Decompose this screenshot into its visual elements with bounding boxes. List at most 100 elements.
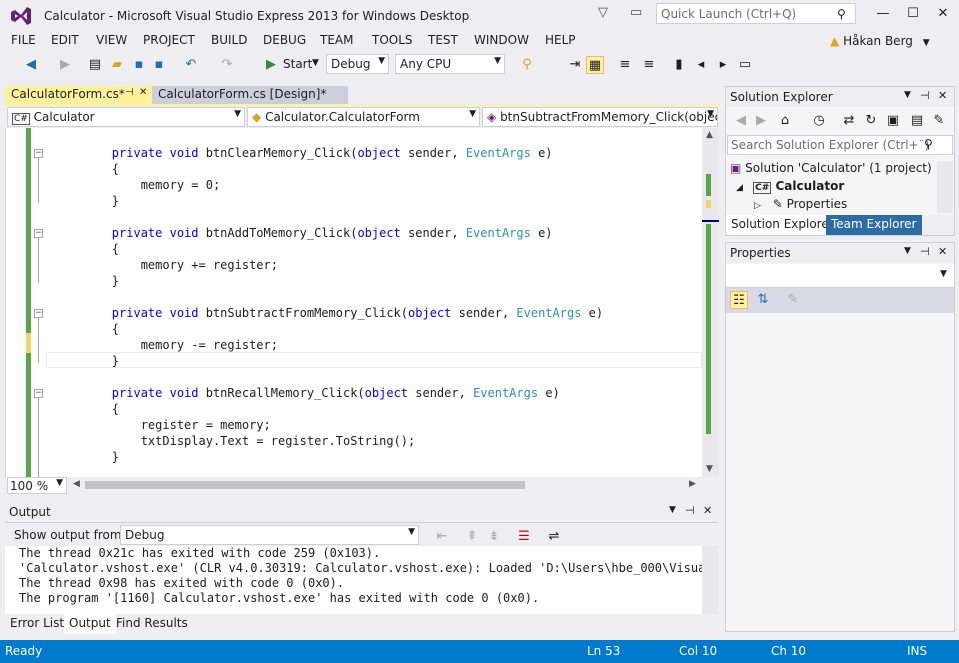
feedback-icon[interactable]: ▭	[630, 5, 642, 20]
user-account[interactable]: ▲ Håkan Berg ▼	[830, 34, 930, 48]
filter-icon[interactable]: ▽	[598, 5, 608, 20]
output-text[interactable]: The thread 0x21c has exited with code 25…	[5, 546, 718, 614]
object-select[interactable]: ▼	[726, 264, 954, 286]
scroll-up-icon[interactable]: ▲	[706, 130, 713, 140]
pending-changes-icon[interactable]: ◷	[810, 112, 828, 130]
word-wrap-icon[interactable]: ⇌	[545, 528, 563, 546]
find-in-files-icon[interactable]: ⚲	[518, 56, 536, 74]
minimize-button[interactable]: —	[868, 4, 898, 24]
tab-find-results[interactable]: Find Results	[111, 614, 193, 634]
tab-calculatorform-cs[interactable]: CalculatorForm.cs* ⊣ ✕	[5, 86, 152, 104]
tree-item-project[interactable]: ◢ C# Calculator	[736, 179, 844, 194]
step-into-icon[interactable]: ⇥	[566, 56, 584, 74]
new-project-icon[interactable]: ▤	[86, 56, 104, 74]
menu-team[interactable]: TEAM	[320, 33, 353, 47]
menu-project[interactable]: PROJECT	[143, 33, 195, 47]
collapse-icon[interactable]: −	[34, 309, 43, 318]
vertical-scrollbar[interactable]: ▲ ▼	[702, 128, 719, 477]
collapse-icon[interactable]: −	[34, 149, 43, 158]
scroll-down-icon[interactable]: ▼	[706, 464, 713, 474]
bookmark-icon[interactable]: ▮	[670, 56, 688, 74]
next-bookmark-icon[interactable]: ▸	[714, 56, 732, 74]
chevron-down-icon[interactable]: ▼	[312, 58, 319, 68]
forward-icon[interactable]: ▶	[56, 56, 74, 74]
close-button[interactable]: ✕	[928, 4, 958, 24]
close-icon[interactable]: ✕	[703, 504, 712, 517]
start-icon[interactable]: ▶	[262, 56, 280, 74]
next-message-icon[interactable]: ⇟	[485, 528, 503, 546]
maximize-button[interactable]: ☐	[898, 4, 928, 24]
tab-output[interactable]: Output	[64, 614, 116, 634]
back-icon[interactable]: ◀	[732, 112, 750, 130]
prev-bookmark-icon[interactable]: ◂	[692, 56, 710, 74]
start-button-label[interactable]: Start	[283, 57, 312, 71]
tab-error-list[interactable]: Error List	[5, 614, 69, 634]
scroll-right-icon[interactable]: ▶	[689, 479, 696, 489]
solution-configuration-select[interactable]: Debug ▼	[326, 54, 389, 74]
collapse-icon[interactable]: −	[34, 229, 43, 238]
property-pages-icon[interactable]: ✎	[784, 291, 802, 309]
redo-icon[interactable]: ↷	[218, 56, 236, 74]
clear-bookmarks-icon[interactable]: ▭	[736, 56, 754, 74]
menu-file[interactable]: FILE	[11, 33, 36, 47]
quick-launch-input[interactable]: Quick Launch (Ctrl+Q) ⚲	[656, 3, 856, 24]
forward-icon[interactable]: ▶	[752, 112, 770, 130]
prev-message-icon[interactable]: ⇞	[463, 528, 481, 546]
open-file-icon[interactable]: ▰	[108, 56, 126, 74]
properties-icon[interactable]: ▤	[908, 112, 926, 130]
alphabetical-icon[interactable]: ⇅	[754, 291, 772, 309]
member-select[interactable]: ◈ btnSubtractFromMemory_Click(objec ▼	[482, 107, 718, 127]
menu-test[interactable]: TEST	[428, 33, 458, 47]
save-icon[interactable]: ▪	[130, 56, 148, 74]
quick-launch-placeholder: Quick Launch (Ctrl+Q)	[661, 7, 797, 21]
chevron-down-icon[interactable]: ▼	[904, 246, 911, 256]
tab-team-explorer[interactable]: Team Explorer	[826, 215, 922, 235]
collapse-all-icon[interactable]: ▣	[884, 112, 902, 130]
tab-solution-explorer[interactable]: Solution Explorer	[726, 215, 839, 235]
horizontal-scroll-thumb[interactable]	[85, 481, 525, 489]
back-icon[interactable]: ◀	[22, 56, 40, 74]
menu-help[interactable]: HELP	[545, 33, 576, 47]
home-icon[interactable]: ⌂	[776, 112, 794, 130]
undo-icon[interactable]: ↶	[182, 56, 200, 74]
collapse-icon[interactable]: −	[34, 389, 43, 398]
menu-window[interactable]: WINDOW	[474, 33, 529, 47]
tree-item-properties[interactable]: ▷ ✎ Properties	[754, 197, 847, 211]
menu-build[interactable]: BUILD	[211, 33, 247, 47]
pin-icon[interactable]: ⊣	[920, 89, 930, 102]
categorized-icon[interactable]: ☷	[730, 291, 748, 309]
zoom-select[interactable]: 100 % ▼	[7, 477, 67, 494]
tree-scrollbar[interactable]	[937, 161, 953, 213]
scroll-left-icon[interactable]: ◀	[73, 479, 80, 489]
menu-view[interactable]: VIEW	[96, 33, 127, 47]
pin-icon[interactable]: ⊣	[685, 504, 695, 517]
output-scrollbar[interactable]	[702, 546, 718, 614]
wrench-icon[interactable]: ✎	[930, 112, 948, 130]
outline-toggle-icon[interactable]: ▦	[586, 56, 604, 74]
solution-platform-select[interactable]: Any CPU ▼	[395, 54, 505, 74]
menu-debug[interactable]: DEBUG	[263, 33, 306, 47]
tab-calculatorform-design[interactable]: CalculatorForm.cs [Design]*	[152, 86, 348, 104]
close-icon[interactable]: ✕	[938, 89, 947, 102]
pin-icon[interactable]: ⊣	[125, 87, 134, 98]
find-message-icon[interactable]: ⇤	[433, 528, 451, 546]
sync-icon[interactable]: ⇄	[840, 112, 858, 130]
pin-icon[interactable]: ⊣	[920, 245, 930, 258]
solution-search-input[interactable]: Search Solution Explorer (Ctrl+¨) ⚲	[727, 135, 953, 155]
menu-edit[interactable]: EDIT	[51, 33, 79, 47]
uncomment-icon[interactable]: ≡	[640, 56, 658, 74]
project-select[interactable]: C# Calculator ▼	[7, 107, 245, 127]
save-all-icon[interactable]: ▪	[150, 56, 168, 74]
clear-all-icon[interactable]: ☰	[515, 528, 533, 546]
chevron-down-icon[interactable]: ▼	[669, 505, 676, 515]
close-icon[interactable]: ✕	[938, 245, 947, 258]
menu-tools[interactable]: TOOLS	[372, 33, 413, 47]
close-icon[interactable]: ✕	[139, 87, 147, 98]
chevron-down-icon[interactable]: ▼	[904, 90, 911, 100]
output-source-select[interactable]: Debug ▼	[120, 525, 419, 545]
refresh-icon[interactable]: ↻	[862, 112, 880, 130]
tree-item-solution[interactable]: ▣ Solution 'Calculator' (1 project)	[730, 161, 932, 175]
class-select[interactable]: ◆ Calculator.CalculatorForm ▼	[247, 107, 480, 127]
code-editor[interactable]: − − − − private void btnClearMemory_Clic…	[5, 128, 719, 477]
comment-icon[interactable]: ≡	[616, 56, 634, 74]
